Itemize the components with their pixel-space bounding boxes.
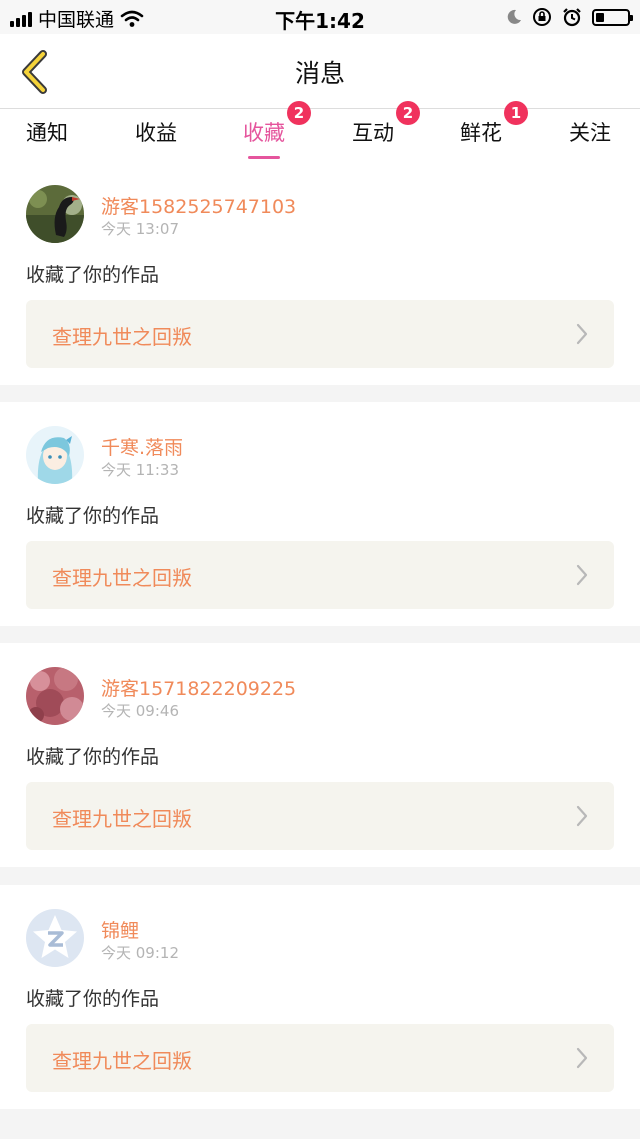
message-text: 收藏了你的作品 (26, 505, 160, 527)
message-card: 游客1571822209225 今天 09:46 收藏了你的作品 查理九世之回叛 (0, 643, 640, 867)
rotation-lock-icon (533, 8, 551, 26)
tab-follow[interactable]: 关注 (569, 117, 611, 147)
chevron-left-icon (22, 50, 47, 94)
tab-flowers[interactable]: 鲜花 1 (460, 101, 528, 147)
message-text: 收藏了你的作品 (26, 264, 160, 286)
tab-favorites[interactable]: 收藏 2 (243, 101, 311, 159)
message-card: 锦鲤 今天 09:12 收藏了你的作品 查理九世之回叛 (0, 885, 640, 1109)
tab-notify[interactable]: 通知 (26, 117, 68, 147)
work-link[interactable]: 查理九世之回叛 (26, 782, 614, 850)
work-link[interactable]: 查理九世之回叛 (26, 1024, 614, 1092)
unread-badge: 2 (287, 101, 311, 125)
nav-bar: 消息 (0, 34, 640, 109)
message-text: 收藏了你的作品 (26, 746, 160, 768)
battery-icon (592, 8, 633, 26)
user-avatar[interactable] (26, 185, 84, 243)
work-title: 查理九世之回叛 (52, 1049, 192, 1073)
chevron-right-icon (576, 323, 588, 345)
tab-label: 收益 (135, 121, 177, 145)
tab-label: 通知 (26, 121, 68, 145)
work-title: 查理九世之回叛 (52, 566, 192, 590)
message-time: 今天 09:46 (101, 702, 179, 720)
message-time: 今天 09:12 (101, 944, 179, 962)
status-bar: 中国联通 下午1:42 (0, 0, 640, 34)
message-card: 游客1582525747103 今天 13:07 收藏了你的作品 查理九世之回叛 (0, 161, 640, 385)
user-name[interactable]: 游客1571822209225 (101, 674, 296, 701)
tab-label: 鲜花 (460, 121, 502, 145)
chevron-right-icon (576, 805, 588, 827)
moon-icon (507, 9, 521, 24)
tab-label: 收藏 (243, 121, 285, 145)
unread-badge: 2 (396, 101, 420, 125)
active-tab-indicator (248, 156, 280, 159)
work-title: 查理九世之回叛 (52, 325, 192, 349)
tab-bar: 通知 收益 收藏 2 互动 2 鲜花 1 关注 (0, 101, 640, 161)
tab-interaction[interactable]: 互动 2 (352, 101, 420, 147)
tab-label: 互动 (352, 121, 394, 145)
user-avatar[interactable] (26, 667, 84, 725)
user-name[interactable]: 游客1582525747103 (101, 192, 296, 219)
work-title: 查理九世之回叛 (52, 807, 192, 831)
message-card: 千寒.落雨 今天 11:33 收藏了你的作品 查理九世之回叛 (0, 402, 640, 626)
user-name[interactable]: 锦鲤 (101, 916, 139, 943)
status-right (506, 7, 633, 27)
user-avatar[interactable] (26, 426, 84, 484)
unread-badge: 1 (504, 101, 528, 125)
back-button[interactable] (14, 50, 54, 94)
message-time: 今天 11:33 (101, 461, 179, 479)
user-avatar[interactable] (26, 909, 84, 967)
chevron-right-icon (576, 564, 588, 586)
tab-income[interactable]: 收益 (135, 117, 177, 147)
message-time: 今天 13:07 (101, 220, 179, 238)
page-title: 消息 (294, 59, 345, 88)
work-link[interactable]: 查理九世之回叛 (26, 300, 614, 368)
user-name[interactable]: 千寒.落雨 (101, 433, 183, 460)
chevron-right-icon (576, 1047, 588, 1069)
tab-label: 关注 (569, 121, 611, 145)
work-link[interactable]: 查理九世之回叛 (26, 541, 614, 609)
alarm-icon (563, 8, 581, 27)
message-text: 收藏了你的作品 (26, 988, 160, 1010)
